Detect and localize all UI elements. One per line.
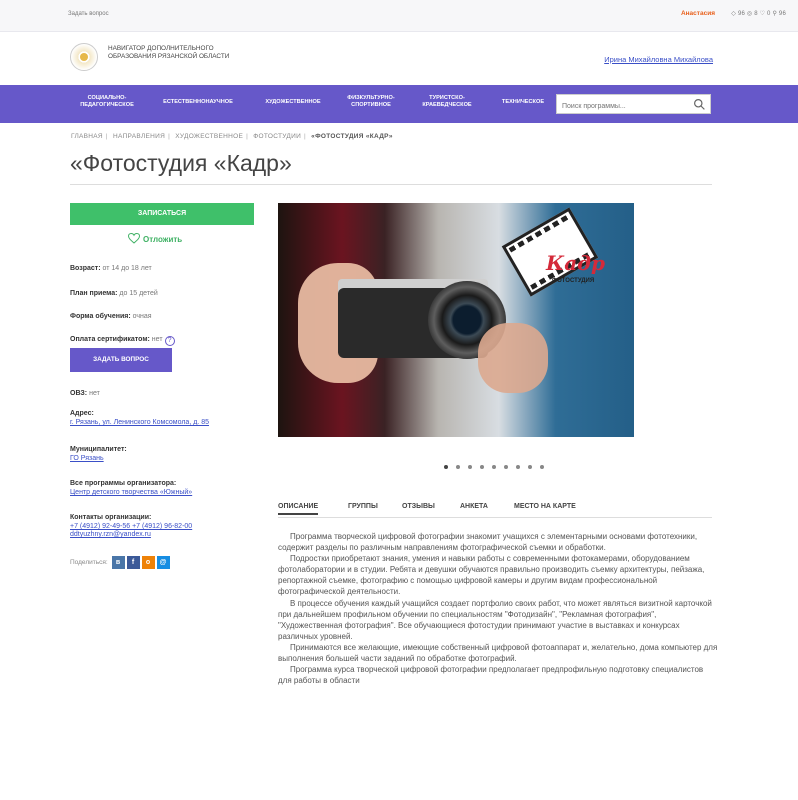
description-paragraph: Программа творческой цифровой фотографии… (278, 532, 698, 553)
form-row: Форма обучения: очная (70, 313, 152, 320)
breadcrumb-item-photo[interactable]: Фотостудии (253, 133, 301, 140)
tab-survey[interactable]: Анкета (460, 503, 488, 510)
ovz-label: ОВЗ: (70, 390, 88, 397)
slider-dot[interactable] (516, 465, 520, 469)
slider-dot[interactable] (540, 465, 544, 469)
vk-share-icon[interactable]: в (111, 556, 125, 569)
form-label: Форма обучения: (70, 313, 131, 320)
user-counters[interactable]: ◇ 96 ◎ 8 ♡ 0 ⚲ 96 (731, 10, 786, 17)
municipality-label: Муниципалитет: (70, 446, 127, 453)
site-logo-text[interactable]: Навигатор дополнительного образования Ря… (108, 45, 258, 60)
program-search-input[interactable] (557, 97, 682, 116)
studio-logo-word: Кадр (546, 251, 606, 275)
plan-value: до 15 детей (119, 290, 158, 297)
heart-icon (128, 233, 140, 244)
certificate-row: Оплата сертификатом: нет? (70, 336, 175, 346)
title-divider (70, 184, 712, 185)
slider-dot[interactable] (504, 465, 508, 469)
program-photo[interactable]: Кадр фотостудия (278, 203, 634, 437)
contacts-email-link[interactable]: ddtyuzhny.rzn@yandex.ru (70, 531, 192, 539)
org-programs-block: Все программы организатора: Центр детско… (70, 480, 192, 497)
contacts-phone-link[interactable]: +7 (4912) 92-49-56 +7 (4912) 96-82-00 (70, 523, 192, 531)
description-paragraph: Программа курса творческой цифровой фото… (278, 665, 704, 686)
nav-item-social[interactable]: Социально-педагогическое (72, 95, 142, 108)
description-paragraph: В процессе обучения каждый учащийся созд… (278, 598, 712, 641)
breadcrumb-item-art[interactable]: Художественное (175, 133, 243, 140)
age-label: Возраст: (70, 265, 101, 272)
site-header: Навигатор дополнительного образования Ря… (0, 32, 798, 84)
org-programs-link[interactable]: Центр детского творчества «Южный» (70, 489, 192, 497)
nav-item-technical[interactable]: Техническое (494, 99, 552, 106)
share-row: Поделиться: в f o @ (70, 556, 170, 569)
top-utility-bar: Задать вопрос Анастасия ◇ 96 ◎ 8 ♡ 0 ⚲ 9… (0, 0, 798, 32)
municipality-block: Муниципалитет: ГО Рязань (70, 446, 127, 463)
form-value: очная (132, 313, 152, 320)
site-logo-icon[interactable] (70, 43, 98, 71)
facebook-share-icon[interactable]: f (126, 556, 140, 569)
header-user-link[interactable]: Ирина Михайловна Михайлова (604, 55, 713, 64)
postpone-label: Отложить (143, 235, 183, 244)
slider-dot[interactable] (468, 465, 472, 469)
tab-description[interactable]: Описание (278, 503, 319, 515)
current-user-name[interactable]: Анастасия (681, 10, 715, 17)
studio-logo-subtitle: фотостудия (552, 278, 595, 284)
ask-question-button[interactable]: Задать вопрос (70, 348, 172, 372)
slider-dot[interactable] (456, 465, 460, 469)
municipality-link[interactable]: ГО Рязань (70, 455, 127, 463)
ovz-value: нет (89, 390, 100, 397)
photo-hand-right (478, 323, 548, 393)
tab-reviews[interactable]: Отзывы (402, 503, 435, 510)
ask-question-link[interactable]: Задать вопрос (68, 11, 109, 17)
address-link[interactable]: г. Рязань, ул. Ленинского Комсомола, д. … (70, 419, 209, 427)
description-paragraph: Принимаются все желающие, имеющие собств… (278, 642, 718, 664)
postpone-button[interactable]: Отложить (128, 233, 182, 244)
breadcrumb: Главная | Направления | Художественное | Фо… (71, 133, 393, 140)
slider-dot[interactable] (528, 465, 532, 469)
slider-dots (444, 456, 552, 474)
tab-groups[interactable]: Группы (348, 503, 378, 510)
breadcrumb-item-home[interactable]: Главная (71, 133, 103, 140)
tab-map[interactable]: Место на карте (514, 503, 576, 510)
plan-label: План приема: (70, 290, 118, 297)
age-row: Возраст: от 14 до 18 лет (70, 265, 152, 272)
search-icon[interactable] (693, 98, 706, 111)
slider-dot[interactable] (480, 465, 484, 469)
nav-item-tourism[interactable]: Туристско-краеведческое (414, 95, 480, 108)
odnoklassniki-share-icon[interactable]: o (141, 556, 155, 569)
slider-dot[interactable] (444, 465, 448, 469)
enroll-button[interactable]: Записаться (70, 203, 254, 225)
nav-item-art[interactable]: Художественное (254, 99, 332, 106)
contacts-label: Контакты организации: (70, 514, 152, 521)
ovz-row: ОВЗ: нет (70, 390, 100, 397)
program-search-box (556, 94, 711, 116)
age-value: от 14 до 18 лет (102, 265, 152, 272)
address-block: Адрес: г. Рязань, ул. Ленинского Комсомо… (70, 410, 209, 427)
breadcrumb-current: «Фотостудия «Кадр» (311, 133, 393, 140)
org-programs-label: Все программы организатора: (70, 480, 177, 487)
program-description: Программа творческой цифровой фотографии… (278, 531, 718, 686)
plan-row: План приема: до 15 детей (70, 290, 158, 297)
page-title: «Фотостудия «Кадр» (70, 150, 292, 176)
certificate-value: нет (151, 336, 163, 343)
help-icon[interactable]: ? (164, 336, 175, 346)
address-label: Адрес: (70, 410, 94, 417)
program-tabs: Описание Группы Отзывы Анкета Место на к… (278, 501, 712, 518)
slider-dot[interactable] (492, 465, 496, 469)
main-navigation: Социально-педагогическое Естественнонауч… (0, 85, 798, 123)
share-label: Поделиться: (70, 559, 108, 567)
nav-item-sport[interactable]: Физкультурно-спортивное (336, 95, 406, 108)
description-paragraph: Подростки приобретают знания, умения и н… (278, 554, 705, 597)
mail-share-icon[interactable]: @ (156, 556, 170, 569)
breadcrumb-item-directions[interactable]: Направления (113, 133, 165, 140)
nav-item-science[interactable]: Естественнонаучное (154, 99, 242, 106)
certificate-label: Оплата сертификатом: (70, 336, 150, 343)
contacts-block: Контакты организации: +7 (4912) 92-49-56… (70, 514, 192, 539)
